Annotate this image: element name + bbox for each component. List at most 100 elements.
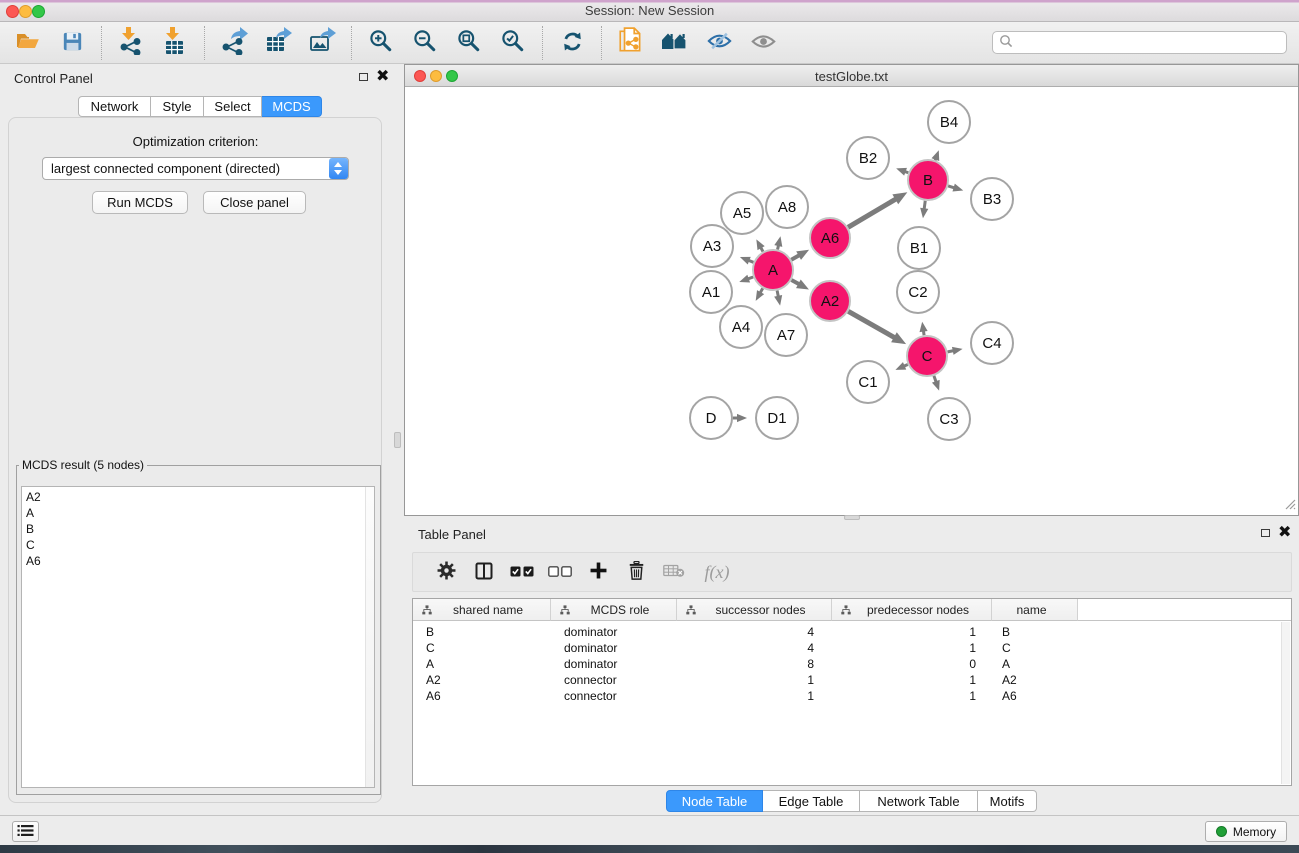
- result-item: A: [22, 505, 374, 521]
- tab-network-table[interactable]: Network Table: [860, 790, 978, 812]
- eye-slash-icon: [707, 32, 732, 53]
- toolbar-separator: [101, 26, 102, 60]
- float-panel-icon[interactable]: [1261, 529, 1270, 537]
- edge-arrowhead: [920, 208, 928, 218]
- export-table-icon: [264, 27, 292, 58]
- run-mcds-button[interactable]: Run MCDS: [92, 191, 188, 214]
- tab-edge-table[interactable]: Edge Table: [763, 790, 860, 812]
- column-header-predecessor-nodes[interactable]: predecessor nodes: [832, 599, 992, 621]
- node-label-A3: A3: [703, 238, 721, 255]
- table-row[interactable]: A dominator 8 0 A: [413, 656, 1281, 672]
- app-titlebar: Session: New Session: [0, 0, 1299, 22]
- column-header-shared-name[interactable]: shared name: [413, 599, 551, 621]
- memory-button[interactable]: Memory: [1205, 821, 1287, 842]
- zoom-in-button[interactable]: [363, 25, 399, 61]
- edge-B-B1[interactable]: [924, 201, 925, 210]
- search-field[interactable]: [992, 31, 1287, 54]
- import-table-button[interactable]: [157, 25, 193, 61]
- tab-node-table[interactable]: Node Table: [666, 790, 763, 812]
- import-network-icon: [118, 27, 144, 58]
- edge-C-C3[interactable]: [934, 376, 936, 382]
- zoom-selected-button[interactable]: [495, 25, 531, 61]
- open-session-button[interactable]: [10, 25, 46, 61]
- table-scrollbar[interactable]: [1281, 622, 1290, 784]
- zoom-out-button[interactable]: [407, 25, 443, 61]
- edge-A-A6[interactable]: [791, 255, 799, 260]
- edge-A2-C[interactable]: [848, 311, 895, 337]
- close-panel-button[interactable]: Close panel: [203, 191, 306, 214]
- tab-network[interactable]: Network: [78, 96, 151, 117]
- double-house-icon: [661, 31, 689, 54]
- node-label-A8: A8: [778, 199, 796, 216]
- column-header-successor-nodes[interactable]: successor nodes: [677, 599, 832, 621]
- search-input[interactable]: [1013, 33, 1286, 52]
- export-image-icon: [308, 27, 336, 58]
- export-table-button[interactable]: [260, 25, 296, 61]
- export-image-button[interactable]: [304, 25, 340, 61]
- node-label-C4: C4: [982, 335, 1001, 352]
- control-panel-title: Control Panel: [14, 71, 93, 86]
- table-row[interactable]: A6 connector 1 1 A6: [413, 688, 1281, 704]
- delete-column-button[interactable]: [619, 557, 653, 587]
- control-panel: Control Panel ✖ Network Style Select MCD…: [0, 64, 391, 815]
- table-settings-button[interactable]: [429, 557, 463, 587]
- table-row[interactable]: B dominator 4 1 B: [413, 624, 1281, 640]
- node-label-A4: A4: [732, 319, 750, 336]
- list-icon: [17, 824, 34, 840]
- refresh-view-button[interactable]: [554, 25, 590, 61]
- column-layout-button[interactable]: [467, 557, 501, 587]
- criterion-dropdown[interactable]: largest connected component (directed): [42, 157, 349, 180]
- column-header-mcds-role[interactable]: MCDS role: [551, 599, 677, 621]
- application-window: Session: New Session: [0, 0, 1299, 853]
- function-builder-button[interactable]: f(x): [695, 557, 739, 587]
- add-column-button[interactable]: [581, 557, 615, 587]
- tab-motifs[interactable]: Motifs: [978, 790, 1037, 812]
- import-network-button[interactable]: [113, 25, 149, 61]
- network-view-window: testGlobe.txt B4B2BB3A5A8A6A3B1AA1C2A2A4…: [404, 64, 1299, 516]
- node-label-A5: A5: [733, 205, 751, 222]
- tab-select[interactable]: Select: [204, 96, 262, 117]
- show-graphics-details-button[interactable]: [745, 25, 781, 61]
- export-network-button[interactable]: [216, 25, 252, 61]
- edge-B-B3[interactable]: [948, 186, 954, 188]
- edge-A-A2[interactable]: [791, 280, 799, 284]
- table-panel-tabs: Node Table Edge Table Network Table Moti…: [404, 790, 1299, 811]
- edge-arrowhead: [920, 322, 928, 332]
- tab-style[interactable]: Style: [151, 96, 204, 117]
- select-all-button[interactable]: [505, 557, 539, 587]
- delete-table-button[interactable]: [657, 557, 691, 587]
- node-label-D1: D1: [767, 410, 786, 427]
- node-label-C3: C3: [939, 411, 958, 428]
- mcds-result-title: MCDS result (5 nodes): [19, 458, 147, 472]
- vertical-split-divider: [391, 64, 404, 815]
- table-row[interactable]: A2 connector 1 1 A2: [413, 672, 1281, 688]
- table-row[interactable]: C dominator 4 1 C: [413, 640, 1281, 656]
- column-type-icon: [841, 605, 851, 615]
- column-type-icon: [686, 605, 696, 615]
- close-panel-icon[interactable]: ✖: [1278, 523, 1291, 543]
- task-history-button[interactable]: [12, 821, 39, 842]
- node-label-B4: B4: [940, 114, 958, 131]
- resize-grip-icon[interactable]: [1284, 498, 1296, 513]
- network-canvas[interactable]: B4B2BB3A5A8A6A3B1AA1C2A2A4A7C4CC1C3DD1: [405, 87, 1298, 515]
- result-list-scrollbar[interactable]: [365, 487, 374, 787]
- edge-A6-B[interactable]: [848, 199, 896, 227]
- table-header-row: shared name MCDS role successor nodes pr…: [413, 599, 1291, 621]
- split-divider-handle[interactable]: [394, 432, 401, 448]
- home-view-button[interactable]: [657, 25, 693, 61]
- node-label-A7: A7: [777, 327, 795, 344]
- save-session-button[interactable]: [54, 25, 90, 61]
- node-label-A: A: [768, 262, 778, 279]
- fx-icon: f(x): [705, 562, 730, 583]
- network-from-file-button[interactable]: [613, 25, 649, 61]
- unselect-all-button[interactable]: [543, 557, 577, 587]
- search-icon: [999, 34, 1013, 51]
- zoom-fit-button[interactable]: [451, 25, 487, 61]
- float-panel-icon[interactable]: [359, 73, 368, 81]
- network-window-title: testGlobe.txt: [405, 69, 1298, 84]
- column-header-name[interactable]: name: [992, 599, 1078, 621]
- hide-graphics-details-button[interactable]: [701, 25, 737, 61]
- close-panel-icon[interactable]: ✖: [376, 67, 389, 87]
- column-type-icon: [422, 605, 432, 615]
- tab-mcds[interactable]: MCDS: [262, 96, 322, 117]
